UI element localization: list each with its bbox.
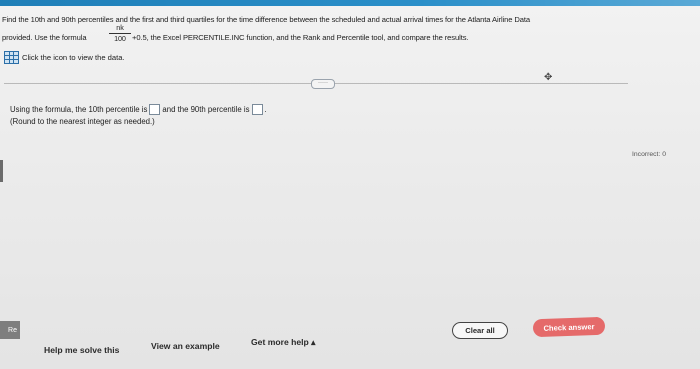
- formula-fraction: nk 100: [109, 24, 131, 43]
- question-line-1: Find the 10th and 90th percentiles and t…: [2, 15, 531, 24]
- view-example-link[interactable]: View an example: [151, 341, 220, 351]
- homework-page: Find the 10th and 90th percentiles and t…: [0, 0, 700, 369]
- question-line-2-right: +0.5, the Excel PERCENTILE.INC function,…: [132, 33, 469, 42]
- fraction-denominator: 100: [114, 34, 126, 43]
- answer-area: Using the formula, the 10th percentile i…: [10, 104, 267, 127]
- left-edge-marker: [0, 160, 3, 182]
- table-icon[interactable]: [4, 51, 19, 64]
- fraction-numerator: nk: [109, 24, 131, 34]
- check-answer-button[interactable]: Check answer: [532, 316, 606, 338]
- view-data-label: Click the icon to view the data.: [22, 53, 125, 62]
- expand-dots-button[interactable]: ·····: [311, 79, 335, 89]
- question-line-2-left: provided. Use the formula: [2, 33, 87, 42]
- top-accent-strip: [0, 0, 700, 6]
- left-side-tab[interactable]: Re: [0, 321, 20, 339]
- get-more-help-link[interactable]: Get more help ▴: [251, 337, 315, 348]
- tenth-percentile-input[interactable]: [149, 104, 161, 115]
- move-icon[interactable]: ✥: [544, 72, 552, 83]
- view-data-link[interactable]: Click the icon to view the data.: [4, 51, 125, 64]
- answer-prefix: Using the formula, the 10th percentile i…: [10, 105, 148, 114]
- clear-all-button[interactable]: Clear all: [452, 322, 508, 339]
- help-me-solve-link[interactable]: Help me solve this: [44, 345, 119, 355]
- incorrect-count: Incorrect: 0: [632, 151, 666, 158]
- answer-suffix: .: [264, 105, 267, 114]
- answer-middle: and the 90th percentile is: [162, 105, 250, 114]
- rounding-hint: (Round to the nearest integer as needed.…: [10, 117, 155, 126]
- ninetieth-percentile-input[interactable]: [251, 104, 263, 115]
- answer-line: Using the formula, the 10th percentile i…: [10, 104, 267, 115]
